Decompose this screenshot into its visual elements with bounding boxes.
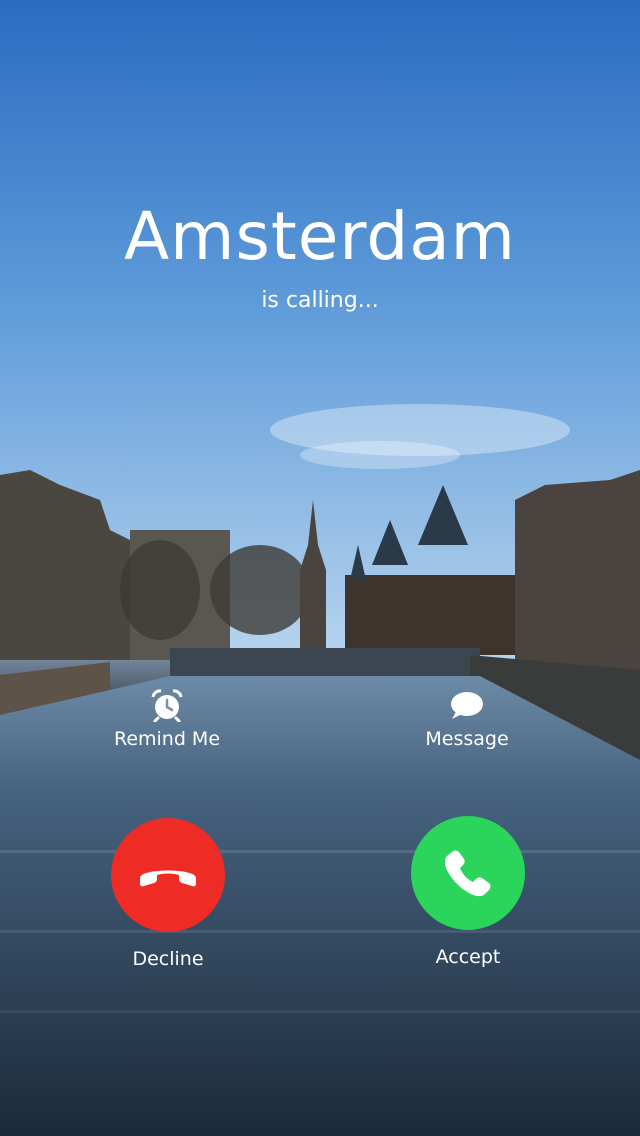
accept-circle[interactable] [411, 816, 525, 930]
accept-button[interactable]: Accept [368, 816, 568, 968]
caller-name: Amsterdam [124, 198, 516, 275]
remind-me-button[interactable]: Remind Me [67, 688, 267, 750]
phone-hangup-icon [140, 870, 196, 887]
message-label: Message [425, 728, 509, 750]
accept-label: Accept [435, 946, 501, 968]
decline-circle[interactable] [111, 818, 225, 932]
remind-me-label: Remind Me [113, 728, 221, 750]
call-status: is calling... [261, 288, 379, 313]
decline-button[interactable]: Decline [68, 818, 268, 970]
speech-bubble-icon [451, 692, 483, 719]
incoming-call-screen: Amsterdam is calling... Remind Me Messag… [0, 0, 640, 1136]
phone-icon [444, 850, 491, 897]
decline-label: Decline [132, 948, 204, 970]
alarm-clock-icon [151, 689, 183, 722]
message-button[interactable]: Message [367, 688, 567, 750]
